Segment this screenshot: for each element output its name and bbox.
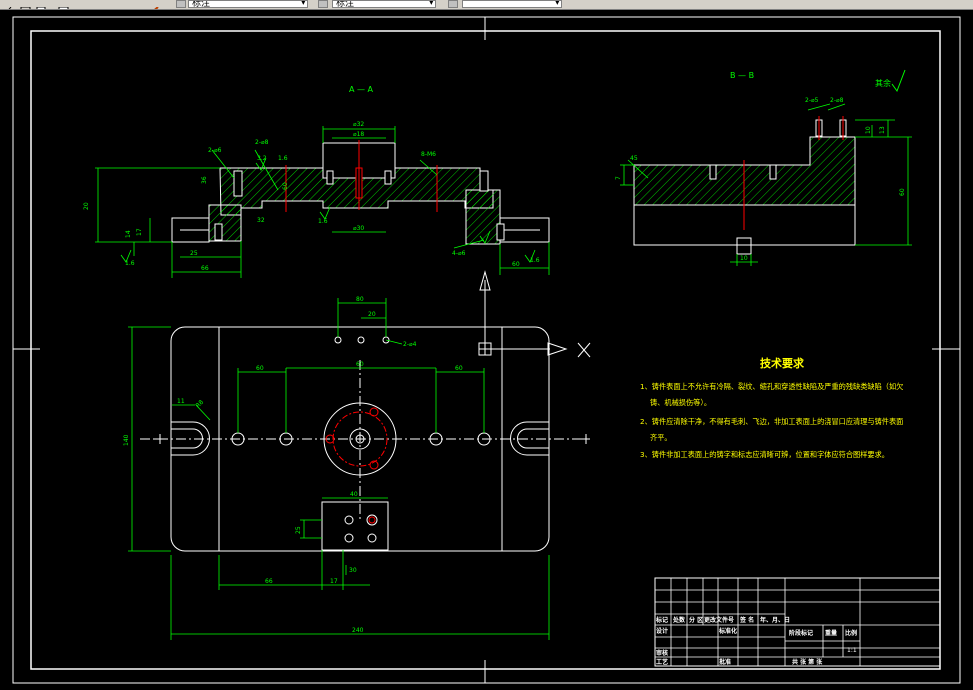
dim-text: 7 [615, 176, 622, 180]
dim-text: 2-⌀8 [830, 97, 844, 104]
page-icon[interactable] [36, 0, 48, 9]
dim-text: 20 [368, 311, 376, 318]
tb-weight-label: 重量 [825, 629, 837, 637]
tb-count: 处数 [672, 616, 686, 624]
layer-combo[interactable]: 标注 ▼ [188, 0, 308, 8]
roughness-symbol [891, 69, 906, 93]
tb-sign: 签 名 [739, 616, 754, 624]
tb-date: 年、月、日 [760, 616, 790, 624]
chevron-down-icon: ▼ [428, 0, 434, 6]
tech-line: 齐平。 [650, 433, 672, 442]
dim-text: 20 [83, 202, 90, 210]
dim-text: 2-⌀8 [255, 139, 269, 146]
dim-text: 32 [257, 217, 265, 224]
dim-text: ⌀18 [353, 131, 364, 138]
dim-text: 140 [123, 434, 130, 446]
dim-text: 1.6 [318, 218, 328, 225]
redo-icon[interactable] [100, 0, 112, 8]
rect-tool-icon[interactable] [20, 0, 32, 9]
chevron-down-icon: ▼ [554, 0, 560, 6]
brush-icon[interactable] [148, 0, 160, 9]
dim-text: 10 [740, 255, 748, 262]
tech-line: 3、铸件非加工表面上的铸字和标志应清晰可辨，位置和字体应符合图样要求。 [640, 450, 889, 459]
tb-scale-value: 1:1 [847, 647, 857, 654]
dim-text: 25 [190, 250, 198, 257]
style-combo-value: 标注 [336, 0, 355, 8]
dim-text: 1.6 [278, 155, 288, 162]
drawing-canvas[interactable]: A — A 20 ⌀32 ⌀18 ⌀30 66 25 60 17 14 32 3… [0, 10, 973, 690]
dim-text: 17 [330, 578, 338, 585]
tb-scale-label: 比例 [845, 629, 857, 637]
dim-text: 2-⌀6 [208, 147, 222, 154]
section-a-label: A — A [349, 85, 374, 94]
tb-change-doc: 更改文件号 [704, 616, 734, 624]
title-block: 标记 处数 分 区 更改文件号 签 名 年、月、日 设计 标准化 审核 工艺 批… [654, 577, 941, 667]
dim-text: 60 [356, 361, 364, 368]
dim-text: 40 [350, 491, 358, 498]
third-combo[interactable]: ▼ [462, 0, 562, 8]
dim-text: 25 [295, 526, 302, 534]
plan-view[interactable]: 80 20 2-⌀4 60 60 60 11 R8 140 40 25 66 1… [123, 296, 590, 640]
section-b-label: B — B [730, 71, 754, 80]
dim-text: 30 [349, 567, 357, 574]
tech-line: 铸、机械损伤等）。 [650, 398, 711, 407]
pencil-icon[interactable] [2, 0, 14, 9]
dim-text: 14 [125, 230, 132, 238]
undo-icon[interactable] [82, 0, 94, 8]
section-b-b-view[interactable]: B — B 其余 2-⌀5 2-⌀8 10 13 60 7 45 10 [615, 69, 912, 266]
tech-line: 1、铸件表面上不允许有冷隔、裂纹、缩孔和穿透性缺陷及严重的残缺类缺陷（如欠 [640, 382, 903, 391]
style-combo[interactable]: 标注 ▼ [332, 0, 436, 8]
sheet-border [12, 16, 961, 684]
toolbar: 标注 ▼ 标注 ▼ ▼ [0, 0, 973, 10]
tb-approve: 批准 [719, 658, 731, 666]
dim-text: 66 [265, 578, 273, 585]
dim-text: 4-⌀6 [452, 250, 466, 257]
dim-text: 13 [879, 126, 886, 134]
dim-text: 11 [177, 398, 185, 405]
layer-combo-value: 标注 [192, 0, 211, 8]
dim-text: R8 [194, 399, 205, 410]
dim-text: 60 [256, 365, 264, 372]
doc-icon[interactable] [58, 0, 70, 9]
layer-icon[interactable] [176, 0, 186, 8]
tb-check: 审核 [656, 649, 668, 657]
dim-text: ⌀32 [353, 121, 364, 128]
tech-title: 技术要求 [760, 356, 805, 370]
roughness-other-label: 其余 [875, 78, 891, 88]
tb-stage-label: 阶段标记 [789, 629, 813, 637]
tb-design: 设计 [656, 627, 668, 635]
tb-sheet-label: 共 张 第 张 [792, 658, 823, 666]
dim-text: 3.2 [257, 155, 267, 162]
chevron-down-icon: ▼ [300, 0, 306, 6]
dim-text: 60 [512, 261, 520, 268]
dim-text: 17 [136, 228, 143, 236]
style-icon[interactable] [318, 0, 328, 8]
tech-line: 2、铸件应清除干净，不得有毛刺、飞边，非加工表面上的浇冒口应清理与铸件表面 [640, 417, 903, 426]
dim-text: 45 [630, 155, 638, 162]
dim-text: 60 [455, 365, 463, 372]
tb-process: 工艺 [656, 658, 668, 666]
tb-zone: 分 区 [689, 616, 703, 624]
dim-text: 240 [352, 627, 364, 634]
technical-requirements: 技术要求 1、铸件表面上不允许有冷隔、裂纹、缩孔和穿透性缺陷及严重的残缺类缺陷（… [640, 356, 903, 459]
dim-text: 36 [201, 176, 208, 184]
dim-text: 10 [865, 126, 872, 134]
table-icon[interactable] [448, 0, 458, 8]
dim-text: 60 [899, 188, 906, 196]
ucs-crosshair-icon [478, 270, 591, 358]
tb-standardize: 标准化 [718, 627, 737, 635]
tb-mark: 标记 [655, 616, 668, 624]
dim-text: ⌀30 [353, 225, 364, 232]
dim-text: 80 [356, 296, 364, 303]
dim-text: 66 [201, 265, 209, 272]
dim-text: 60 [282, 182, 289, 190]
dim-text: 2-⌀4 [403, 341, 417, 348]
dim-text: 2-⌀5 [805, 97, 819, 104]
dim-text: 8-M6 [421, 151, 436, 158]
section-a-a-view[interactable]: A — A 20 ⌀32 ⌀18 ⌀30 66 25 60 17 14 32 3… [83, 85, 550, 278]
